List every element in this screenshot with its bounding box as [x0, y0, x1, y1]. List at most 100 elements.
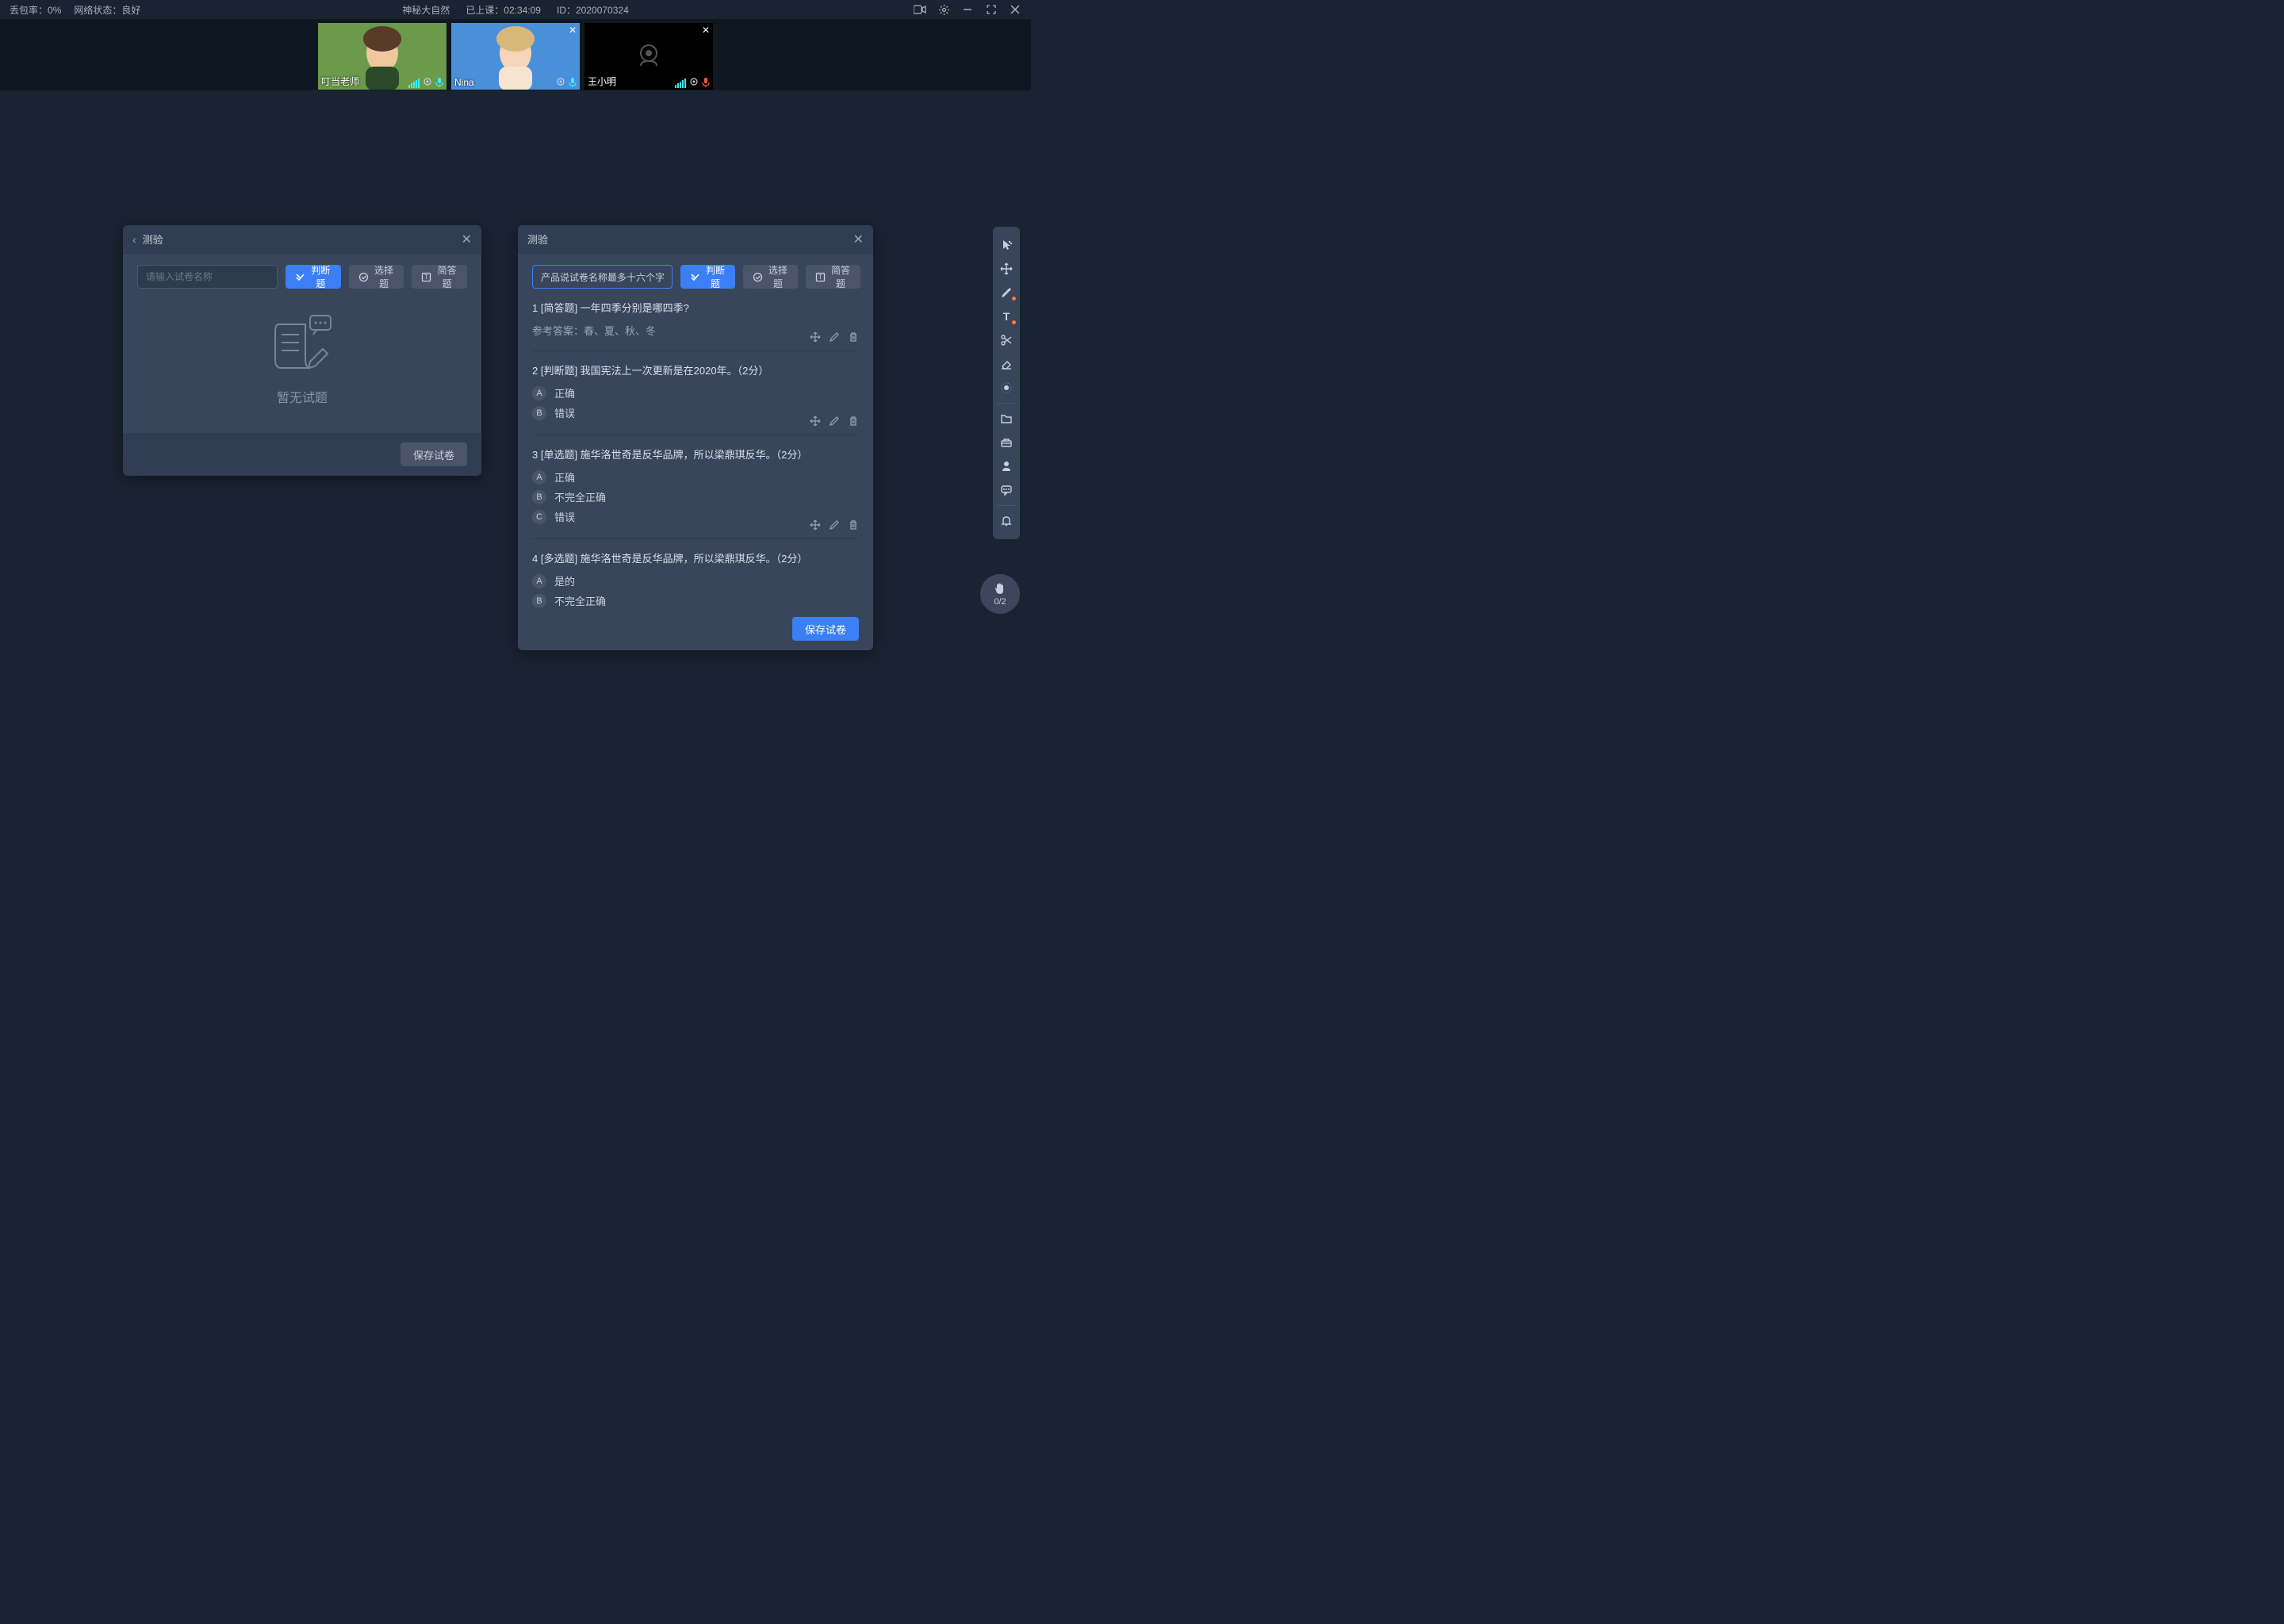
option-text: 正确: [554, 469, 575, 485]
move-icon[interactable]: [810, 416, 821, 427]
question-item: 1 [简答题] 一年四季分别是哪四季?参考答案：春、夏、秋、冬: [532, 289, 859, 351]
video-tile[interactable]: Nina ✕: [451, 23, 580, 90]
eraser-icon[interactable]: [993, 352, 1020, 376]
question-title: 1 [简答题] 一年四季分别是哪四季?: [532, 300, 859, 315]
packet-loss: 丢包率：0%: [10, 3, 61, 17]
delete-icon[interactable]: [848, 519, 859, 530]
question-list[interactable]: 1 [简答题] 一年四季分别是哪四季?参考答案：春、夏、秋、冬 2 [判断题] …: [518, 289, 873, 607]
close-icon[interactable]: ✕: [702, 25, 710, 36]
user-icon[interactable]: [993, 454, 1020, 478]
mic-icon: [435, 77, 443, 88]
question-title: 4 [多选题] 施华洛世奇是反华品牌，所以梁鼎琪反华。（2分）: [532, 550, 859, 565]
move-icon[interactable]: [993, 257, 1020, 281]
option-text: 不完全正确: [554, 489, 606, 504]
option-text: 不完全正确: [554, 593, 606, 607]
save-quiz-button[interactable]: 保存试卷: [400, 442, 467, 466]
text-icon: T: [815, 272, 826, 282]
option-row[interactable]: B 不完全正确: [532, 489, 859, 504]
option-text: 正确: [554, 385, 575, 400]
edit-icon[interactable]: [829, 519, 840, 530]
chat-icon[interactable]: [993, 478, 1020, 502]
question-title: 2 [判断题] 我国宪法上一次更新是在2020年。（2分）: [532, 362, 859, 377]
delete-icon[interactable]: [848, 416, 859, 427]
option-row[interactable]: A 正确: [532, 469, 859, 485]
mic-icon: [702, 77, 710, 88]
close-window-icon[interactable]: [1009, 3, 1021, 16]
network-status: 网络状态：良好: [74, 3, 140, 17]
settings-icon[interactable]: [937, 3, 950, 16]
short-answer-button[interactable]: T 简答题: [806, 265, 860, 289]
signal-icon: [423, 77, 432, 88]
close-icon[interactable]: ✕: [853, 232, 864, 247]
video-name-label: 王小明: [588, 75, 616, 88]
question-item: 2 [判断题] 我国宪法上一次更新是在2020年。（2分） A 正确 B 错误: [532, 351, 859, 435]
option-badge: B: [532, 490, 546, 504]
video-name-label: 叮当老师: [321, 75, 359, 88]
choice-icon: [358, 272, 369, 282]
close-icon[interactable]: ✕: [462, 232, 472, 247]
edit-icon[interactable]: [829, 416, 840, 427]
judge-question-button[interactable]: 判断题: [286, 265, 341, 289]
elapsed-time: 已上课：02:34:09: [466, 3, 541, 17]
text-icon: T: [421, 272, 431, 282]
choice-question-button[interactable]: 选择题: [349, 265, 404, 289]
video-tile[interactable]: 王小明 ✕: [584, 23, 713, 90]
choice-icon: [753, 272, 763, 282]
bgcolor-icon[interactable]: [993, 376, 1020, 400]
svg-text:T: T: [818, 274, 822, 281]
main-area: ‹ 测验 ✕ 判断题 选择题: [0, 90, 1031, 733]
option-badge: A: [532, 470, 546, 485]
option-row[interactable]: B 不完全正确: [532, 593, 859, 607]
option-badge: A: [532, 574, 546, 588]
audio-indicators: [556, 77, 577, 88]
video-strip: 叮当老师 Nina ✕ 王小明 ✕: [0, 19, 1031, 90]
move-icon[interactable]: [810, 331, 821, 343]
signal-icon: [689, 77, 699, 88]
text-icon[interactable]: T: [993, 304, 1020, 328]
fullscreen-icon[interactable]: [985, 3, 998, 16]
quiz-name-input[interactable]: [137, 265, 278, 289]
panel-title: 测验: [143, 232, 163, 247]
cursor-icon[interactable]: [993, 233, 1020, 257]
mic-icon: [569, 77, 577, 88]
quiz-name-input[interactable]: [532, 265, 673, 289]
edit-icon[interactable]: [829, 331, 840, 343]
option-row[interactable]: A 是的: [532, 573, 859, 588]
question-item: 3 [单选题] 施华洛世奇是反华品牌，所以梁鼎琪反华。（2分） A 正确 B 不…: [532, 435, 859, 539]
option-row[interactable]: A 正确: [532, 385, 859, 400]
video-name-label: Nina: [454, 77, 474, 88]
pencil-icon[interactable]: [993, 281, 1020, 304]
option-text: 错误: [554, 509, 575, 524]
judge-icon: [690, 272, 700, 282]
scissors-icon[interactable]: [993, 328, 1020, 352]
empty-text: 暂无试题: [277, 387, 328, 406]
question-title: 3 [单选题] 施华洛世奇是反华品牌，所以梁鼎琪反华。（2分）: [532, 446, 859, 462]
session-id: ID：2020070324: [557, 3, 629, 17]
option-badge: C: [532, 510, 546, 524]
camera-toggle-icon[interactable]: [914, 3, 926, 16]
delete-icon[interactable]: [848, 331, 859, 343]
option-text: 是的: [554, 573, 575, 588]
audio-indicators: [675, 77, 710, 88]
empty-illustration: [263, 312, 342, 376]
audio-indicators: [408, 77, 443, 88]
option-text: 错误: [554, 405, 575, 420]
close-icon[interactable]: ✕: [569, 25, 577, 36]
minimize-icon[interactable]: [961, 3, 974, 16]
hand-raise-badge[interactable]: 0/2: [980, 574, 1020, 614]
save-quiz-button[interactable]: 保存试卷: [792, 617, 859, 641]
quiz-panel-empty: ‹ 测验 ✕ 判断题 选择题: [123, 225, 481, 476]
top-status-bar: 丢包率：0% 网络状态：良好 神秘大自然 已上课：02:34:09 ID：202…: [0, 0, 1031, 19]
short-answer-button[interactable]: T 简答题: [412, 265, 467, 289]
bell-icon[interactable]: [993, 509, 1020, 533]
svg-text:T: T: [424, 274, 428, 281]
hand-raise-count: 0/2: [994, 597, 1006, 607]
move-icon[interactable]: [810, 519, 821, 530]
judge-question-button[interactable]: 判断题: [680, 265, 735, 289]
video-tile[interactable]: 叮当老师: [318, 23, 446, 90]
back-icon[interactable]: ‹: [132, 233, 136, 246]
option-badge: A: [532, 386, 546, 400]
folder-icon[interactable]: [993, 407, 1020, 431]
toolbox-icon[interactable]: [993, 431, 1020, 454]
choice-question-button[interactable]: 选择题: [743, 265, 798, 289]
